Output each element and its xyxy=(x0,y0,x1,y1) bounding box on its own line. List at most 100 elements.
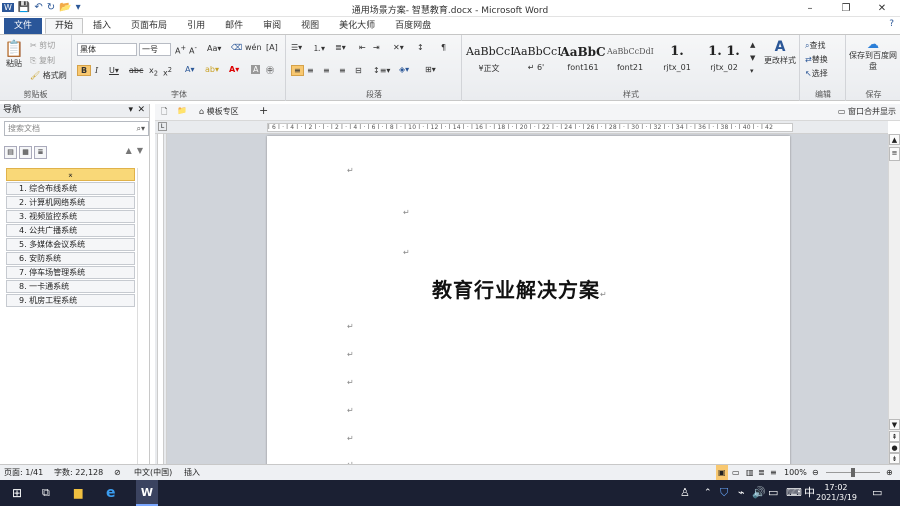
shrink-font-icon[interactable]: A- xyxy=(189,44,197,56)
results-view-icon[interactable]: ≣ xyxy=(34,146,47,159)
new-doc-icon[interactable]: 🗋 xyxy=(161,106,167,120)
align-left-button[interactable]: ≡ xyxy=(291,65,304,76)
numbering-icon[interactable]: ⒈▾ xyxy=(313,43,325,54)
tab-selector-icon[interactable]: L xyxy=(158,122,167,131)
tab-home[interactable]: 开始 xyxy=(45,18,84,34)
nav-close-icon[interactable]: ✕ xyxy=(137,104,145,117)
clear-format-icon[interactable]: ⌫ xyxy=(231,43,242,52)
style-6[interactable]: AaBbCcI ↵ 6' xyxy=(513,41,562,77)
person-icon[interactable]: ♙ xyxy=(680,480,690,506)
line-spacing-icon[interactable]: ↕≡▾ xyxy=(373,66,390,75)
sort-icon[interactable]: ↕ xyxy=(417,43,424,52)
draft-view-icon[interactable]: ≡ xyxy=(770,465,777,480)
save-to-baidu-button[interactable]: ☁ 保存到百度网盘 xyxy=(849,38,897,72)
list-item[interactable]: 4. 公共广播系统 xyxy=(6,224,135,237)
strikethrough-button[interactable]: abc xyxy=(129,66,143,75)
zoom-slider-thumb[interactable] xyxy=(851,468,855,477)
text-effects-icon[interactable]: A▾ xyxy=(185,65,195,74)
enclose-char-icon[interactable]: ㊥ xyxy=(266,65,274,76)
insert-mode[interactable]: 插入 xyxy=(184,465,200,480)
highlight-icon[interactable]: ab▾ xyxy=(205,65,219,74)
document-page[interactable]: ↵ ↵ ↵ 教育行业解决方案↵ ↵ ↵ ↵ ↵ ↵ ↵ xyxy=(267,136,790,464)
page-counter[interactable]: 页面: 1/41 xyxy=(4,465,43,480)
style-rjtx-02[interactable]: 1. 1. rjtx_02 xyxy=(701,41,747,77)
clock[interactable]: 17:02 2021/3/19 xyxy=(816,483,857,503)
tab-insert[interactable]: 插入 xyxy=(83,18,121,34)
replace-button[interactable]: ⇄替换 xyxy=(805,54,828,65)
scroll-down-icon[interactable]: ▼ xyxy=(889,419,900,430)
nav-scrollbar[interactable] xyxy=(137,168,147,464)
list-item[interactable]: 9. 机房工程系统 xyxy=(6,294,135,307)
chinese-layout-icon[interactable]: ✕▾ xyxy=(393,43,404,52)
pages-view-icon[interactable]: ▦ xyxy=(19,146,32,159)
char-shading-icon[interactable]: A xyxy=(251,65,261,74)
network-icon[interactable]: ⌁ xyxy=(738,480,745,506)
tab-file[interactable]: 文件 xyxy=(4,18,43,34)
borders-icon[interactable]: ⊞▾ xyxy=(425,65,436,74)
word-count[interactable]: 字数: 22,128 xyxy=(54,465,103,480)
browse-object-icon[interactable]: ● xyxy=(889,442,900,453)
style-rjtx-01[interactable]: 1. rjtx_01 xyxy=(654,41,700,77)
print-layout-icon[interactable]: ▣ xyxy=(716,465,728,480)
select-button[interactable]: ↖选择 xyxy=(805,68,828,79)
list-item[interactable]: 8. 一卡通系统 xyxy=(6,280,135,293)
prev-page-icon[interactable]: ⇞ xyxy=(889,431,900,442)
char-border-icon[interactable]: [A] xyxy=(266,43,278,52)
multilevel-list-icon[interactable]: ≣▾ xyxy=(335,43,346,52)
tray-up-icon[interactable]: ⌃ xyxy=(704,480,712,506)
zoom-level[interactable]: 100% xyxy=(784,465,807,480)
list-item[interactable]: 3. 视频监控系统 xyxy=(6,210,135,223)
show-marks-icon[interactable]: ¶ xyxy=(441,43,446,52)
tab-view[interactable]: 视图 xyxy=(291,18,329,34)
bullets-icon[interactable]: ☰▾ xyxy=(291,43,302,52)
search-icon[interactable]: ⌕▾ xyxy=(137,122,146,135)
folder-icon[interactable]: 📁 xyxy=(177,106,187,115)
add-tab-button[interactable]: + xyxy=(259,104,268,117)
language-indicator[interactable]: 中文(中国) xyxy=(134,465,172,480)
paste-button[interactable]: 📋 粘贴 xyxy=(4,39,24,69)
change-styles-button[interactable]: A 更改样式 xyxy=(761,39,799,66)
list-item[interactable]: 1. 综合布线系统 xyxy=(6,182,135,195)
zoom-in-icon[interactable]: ⊕ xyxy=(886,465,893,480)
proofing-icon[interactable]: ⊘ xyxy=(114,465,121,480)
heading-collapse-item[interactable]: ⌅ xyxy=(6,168,135,181)
list-item[interactable]: 6. 安防系统 xyxy=(6,252,135,265)
vertical-ruler[interactable] xyxy=(155,134,167,464)
shield-icon[interactable]: ⛉ xyxy=(720,480,728,506)
superscript-button[interactable]: x2 xyxy=(163,66,172,78)
edge-icon[interactable]: e xyxy=(106,480,116,506)
speaker-icon[interactable]: 🔊 xyxy=(752,480,766,506)
windows-start-icon[interactable]: ⊞ xyxy=(12,480,22,506)
justify-button[interactable]: ≡ xyxy=(339,66,346,75)
notification-icon[interactable]: ▭ xyxy=(872,480,882,506)
change-case-icon[interactable]: Aa▾ xyxy=(207,44,221,53)
phonetic-icon[interactable]: wén xyxy=(245,43,262,52)
tab-page-layout[interactable]: 页面布局 xyxy=(121,18,177,34)
align-center-button[interactable]: ≡ xyxy=(307,66,314,75)
zoom-out-icon[interactable]: ⊖ xyxy=(812,465,819,480)
ime-indicator[interactable]: 中 xyxy=(804,480,815,506)
maximize-button[interactable]: ❐ xyxy=(828,0,864,17)
tab-beautify[interactable]: 美化大师 xyxy=(329,18,385,34)
cut-button[interactable]: ✂ 剪切 xyxy=(30,40,55,51)
underline-button[interactable]: U▾ xyxy=(109,66,119,75)
font-color-icon[interactable]: A▾ xyxy=(229,65,239,74)
task-view-icon[interactable]: ⧉ xyxy=(42,480,50,506)
format-painter-button[interactable]: 🖌 格式刷 xyxy=(30,70,67,81)
list-item[interactable]: 5. 多媒体会议系统 xyxy=(6,238,135,251)
distribute-button[interactable]: ⊟ xyxy=(355,66,362,75)
tab-mailings[interactable]: 邮件 xyxy=(215,18,253,34)
tab-baidu-netdisk[interactable]: 百度网盘 xyxy=(385,18,441,34)
tab-references[interactable]: 引用 xyxy=(177,18,215,34)
minimize-button[interactable]: – xyxy=(792,0,828,17)
scroll-thumb[interactable]: ≡ xyxy=(889,147,900,161)
subscript-button[interactable]: x2 xyxy=(149,66,158,78)
italic-button[interactable]: I xyxy=(95,66,98,75)
decrease-indent-icon[interactable]: ⇤ xyxy=(359,43,366,52)
close-button[interactable]: ✕ xyxy=(864,0,900,17)
vertical-scrollbar[interactable]: ▲ ≡ ▼ ⇞ ● ⇟ xyxy=(888,134,900,464)
find-button[interactable]: ⌕查找 xyxy=(805,40,825,51)
word-taskbar-icon[interactable]: W xyxy=(136,480,158,506)
shading-icon[interactable]: ◈▾ xyxy=(399,65,409,74)
styles-scroll[interactable]: ▲ ▼ ▾ xyxy=(750,39,755,78)
